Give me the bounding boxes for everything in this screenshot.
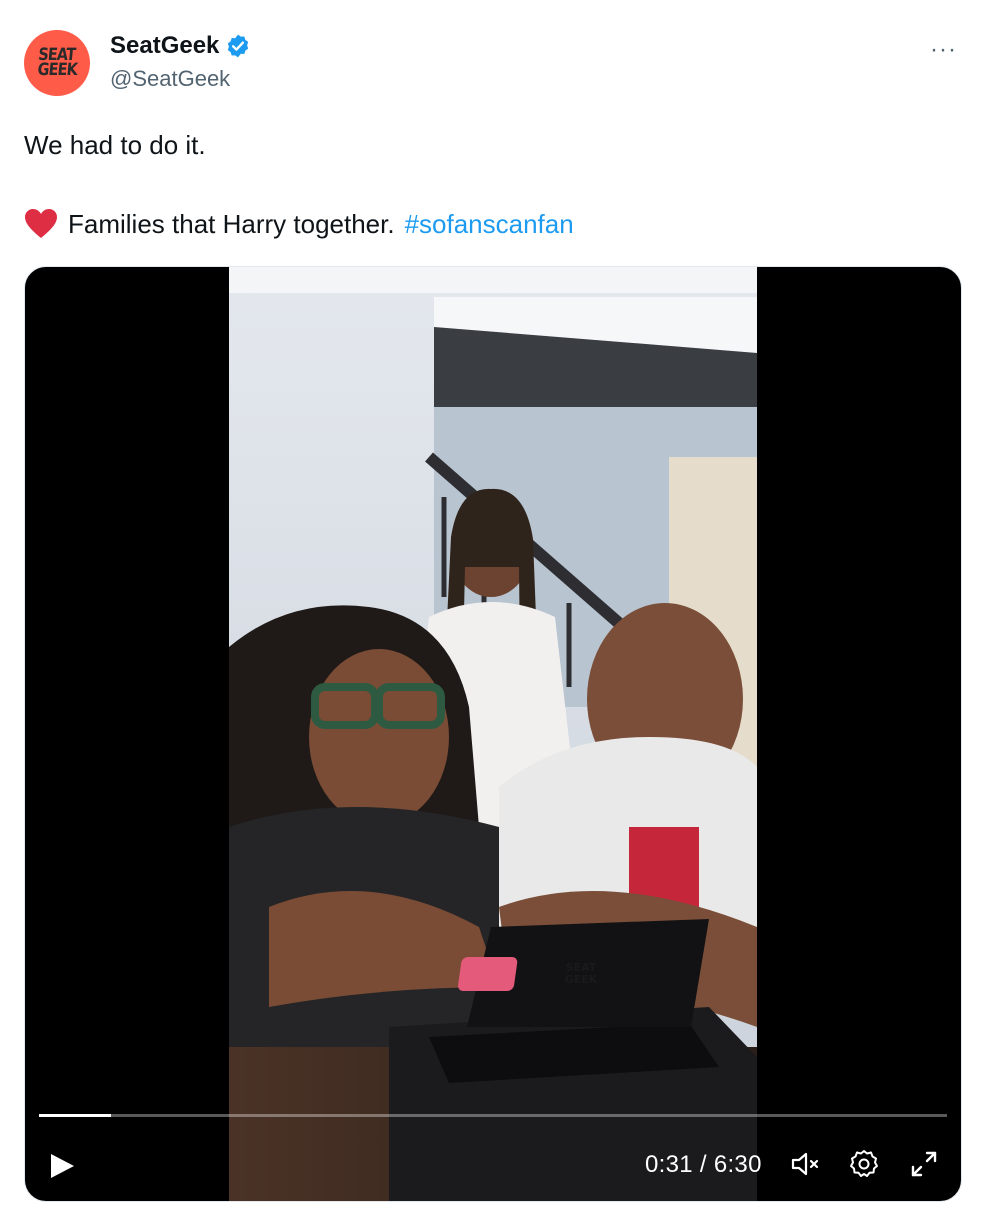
author-name-row: SeatGeek [110,32,251,60]
play-icon[interactable] [47,1151,77,1181]
muted-speaker-icon[interactable] [789,1147,823,1181]
video-progress-fill [39,1114,112,1117]
author-handle[interactable]: @SeatGeek [110,66,230,92]
avatar[interactable]: SEAT GEEK [24,30,90,96]
more-options-icon[interactable]: ··· [930,36,957,64]
video-time-display: 0:31 / 6:30 [645,1151,762,1178]
tweet-text-line2: Families that Harry together. [68,208,395,239]
avatar-text-line2: GEEK [36,60,78,80]
card-logo-line2: GEEK [565,973,598,986]
settings-gear-icon[interactable] [847,1147,881,1181]
video-player[interactable]: SEAT GEEK 0:31 / 6:30 [24,266,962,1202]
fullscreen-icon[interactable] [907,1147,941,1181]
video-progress-track[interactable] [39,1114,947,1117]
tweet-text-line1: We had to do it. [24,130,206,160]
author-name[interactable]: SeatGeek [110,32,219,60]
red-heart-icon [25,209,57,238]
hashtag-link[interactable]: #sofanscanfan [405,209,574,240]
verified-badge-icon [228,34,249,58]
tweet-text-line2-row: Families that Harry together. #sofanscan… [24,208,574,240]
video-frame: SEAT GEEK [229,267,757,1201]
